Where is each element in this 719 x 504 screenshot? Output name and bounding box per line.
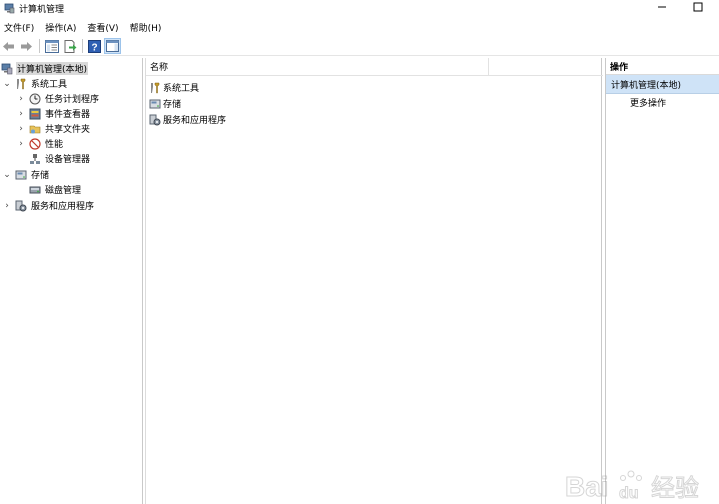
shared-folder-icon xyxy=(29,123,41,135)
column-header-name[interactable]: 名称 xyxy=(146,57,489,76)
menu-bar: 文件(F) 操作(A) 查看(V) 帮助(H) xyxy=(0,19,719,35)
list-item-label: 系统工具 xyxy=(163,84,200,94)
tree-label: 事件查看器 xyxy=(45,110,91,120)
tree-label: 磁盘管理 xyxy=(45,186,82,196)
window-title: 计算机管理 xyxy=(19,4,65,15)
tools-icon xyxy=(15,78,27,90)
baidu-jingyan-watermark: Bai du 经验 xyxy=(565,466,715,503)
services-icon xyxy=(149,114,161,126)
list-item-services-apps[interactable]: 服务和应用程序 xyxy=(149,112,226,127)
computer-management-icon xyxy=(1,63,13,75)
chevron-down-icon[interactable]: ⌄ xyxy=(2,79,12,89)
actions-pane: 操作 计算机管理(本地) 更多操作 xyxy=(605,58,719,504)
chevron-right-icon[interactable]: › xyxy=(16,124,26,134)
maximize-button[interactable] xyxy=(683,0,713,14)
tools-icon xyxy=(149,82,161,94)
tree-label: 服务和应用程序 xyxy=(31,202,95,212)
device-manager-icon xyxy=(29,153,41,165)
tree-label: 任务计划程序 xyxy=(45,95,100,105)
tree-item-disk-management[interactable]: 磁盘管理 xyxy=(29,182,82,197)
tree-label: 设备管理器 xyxy=(45,155,91,165)
list-item-label: 存储 xyxy=(163,100,182,110)
tree-label: 计算机管理(本地) xyxy=(16,62,89,75)
tree-item-task-scheduler[interactable]: › 任务计划程序 xyxy=(16,91,100,106)
list-item-label: 服务和应用程序 xyxy=(163,116,227,126)
storage-icon xyxy=(15,169,27,181)
performance-icon xyxy=(29,137,41,150)
menu-help[interactable]: 帮助(H) xyxy=(126,21,167,34)
svg-text:Bai: Bai xyxy=(565,471,609,502)
tree-label: 系统工具 xyxy=(31,80,68,90)
export-list-icon[interactable] xyxy=(61,38,78,54)
tree-item-shared-folders[interactable]: › 共享文件夹 xyxy=(16,121,91,136)
tree-item-event-viewer[interactable]: › 事件查看器 xyxy=(16,106,91,121)
tree-item-services-apps[interactable]: › 服务和应用程序 xyxy=(2,198,95,213)
tree-item-root[interactable]: 计算机管理(本地) xyxy=(1,61,89,76)
chevron-right-icon[interactable]: › xyxy=(16,139,26,149)
computer-management-icon xyxy=(4,3,15,14)
more-actions-item[interactable]: 更多操作 xyxy=(606,94,719,111)
chevron-right-icon[interactable]: › xyxy=(2,201,12,211)
forward-arrow-icon[interactable] xyxy=(18,38,35,54)
toolbar-separator xyxy=(39,39,40,53)
tree-label: 共享文件夹 xyxy=(45,125,91,135)
tree-label: 性能 xyxy=(45,140,64,150)
list-header: 名称 xyxy=(146,57,603,76)
tree-item-performance[interactable]: › 性能 xyxy=(16,136,64,151)
services-icon xyxy=(15,200,27,212)
show-console-tree-icon[interactable] xyxy=(43,38,60,54)
tree-item-storage[interactable]: ⌄ 存储 xyxy=(2,167,50,182)
tree-item-system-tools[interactable]: ⌄ 系统工具 xyxy=(2,76,68,91)
tree-item-device-manager[interactable]: 设备管理器 xyxy=(29,151,91,166)
menu-view[interactable]: 查看(V) xyxy=(83,21,123,34)
menu-file[interactable]: 文件(F) xyxy=(0,21,39,34)
chevron-down-icon[interactable]: ⌄ xyxy=(2,170,12,180)
tree-label: 存储 xyxy=(31,171,50,181)
toolbar-separator xyxy=(82,39,83,53)
actions-header: 操作 xyxy=(606,58,719,75)
menu-action[interactable]: 操作(A) xyxy=(41,21,81,34)
chevron-right-icon[interactable]: › xyxy=(16,109,26,119)
toolbar: ? xyxy=(0,37,719,56)
show-action-pane-icon[interactable] xyxy=(104,38,121,54)
clock-icon xyxy=(29,93,41,105)
actions-section-computer-management[interactable]: 计算机管理(本地) xyxy=(606,75,719,94)
minimize-button[interactable] xyxy=(647,0,677,14)
help-icon[interactable]: ? xyxy=(86,38,103,54)
console-tree: 计算机管理(本地) ⌄ 系统工具 › 任务计划程序 › 事件查看器 › 共享文件… xyxy=(0,58,143,504)
svg-text:du: du xyxy=(619,485,639,502)
title-bar: 计算机管理 xyxy=(0,0,719,16)
results-pane: 名称 系统工具 存储 服务和应用程序 xyxy=(145,57,603,504)
chevron-right-icon[interactable]: › xyxy=(16,94,26,104)
disk-icon xyxy=(29,184,41,196)
back-arrow-icon[interactable] xyxy=(0,38,17,54)
list-item-storage[interactable]: 存储 xyxy=(149,96,181,111)
svg-text:经验: 经验 xyxy=(651,474,699,502)
svg-text:?: ? xyxy=(91,42,97,53)
list-item-system-tools[interactable]: 系统工具 xyxy=(149,80,199,95)
storage-icon xyxy=(149,98,161,110)
event-viewer-icon xyxy=(29,108,41,120)
